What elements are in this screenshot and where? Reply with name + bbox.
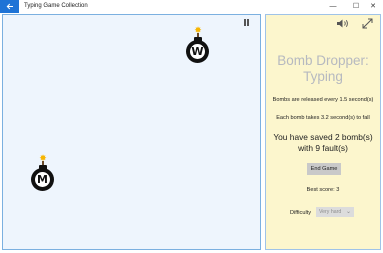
bomb: ✸ M	[30, 154, 56, 194]
game-area[interactable]: ✸ W ✸ M	[2, 14, 261, 250]
bomb-letter: M	[35, 172, 50, 187]
bomb: ✸ W	[185, 26, 211, 66]
difficulty-select[interactable]: Very hard ⌄	[316, 207, 354, 217]
app-title: Typing Game Collection	[24, 3, 88, 9]
best-score: Best score: 3	[306, 187, 340, 193]
bomb-letter: W	[190, 44, 205, 59]
minimize-button[interactable]: —	[323, 0, 343, 13]
chevron-down-icon: ⌄	[345, 209, 351, 215]
saved-status: You have saved 2 bomb(s) with 9 fault(s)	[273, 132, 373, 153]
back-button[interactable]	[0, 0, 19, 13]
game-title: Bomb Dropper: Typing	[277, 53, 369, 84]
end-game-button[interactable]: End Game	[307, 163, 341, 175]
difficulty-value: Very hard	[319, 209, 342, 215]
title-bar: Typing Game Collection — ☐ ✕	[0, 0, 383, 13]
speaker-icon[interactable]	[336, 18, 350, 29]
expand-icon[interactable]	[362, 18, 373, 29]
pause-button[interactable]	[243, 19, 251, 29]
release-info: Bombs are released every 1.5 second(s)	[272, 97, 374, 103]
fall-info: Each bomb takes 3.2 second(s) to fall	[276, 115, 370, 121]
back-arrow-icon	[6, 3, 13, 10]
side-panel: Bomb Dropper: Typing Bombs are released …	[265, 14, 381, 250]
pause-icon	[244, 19, 246, 26]
difficulty-label: Difficulty	[290, 210, 312, 216]
close-button[interactable]: ✕	[363, 0, 383, 13]
